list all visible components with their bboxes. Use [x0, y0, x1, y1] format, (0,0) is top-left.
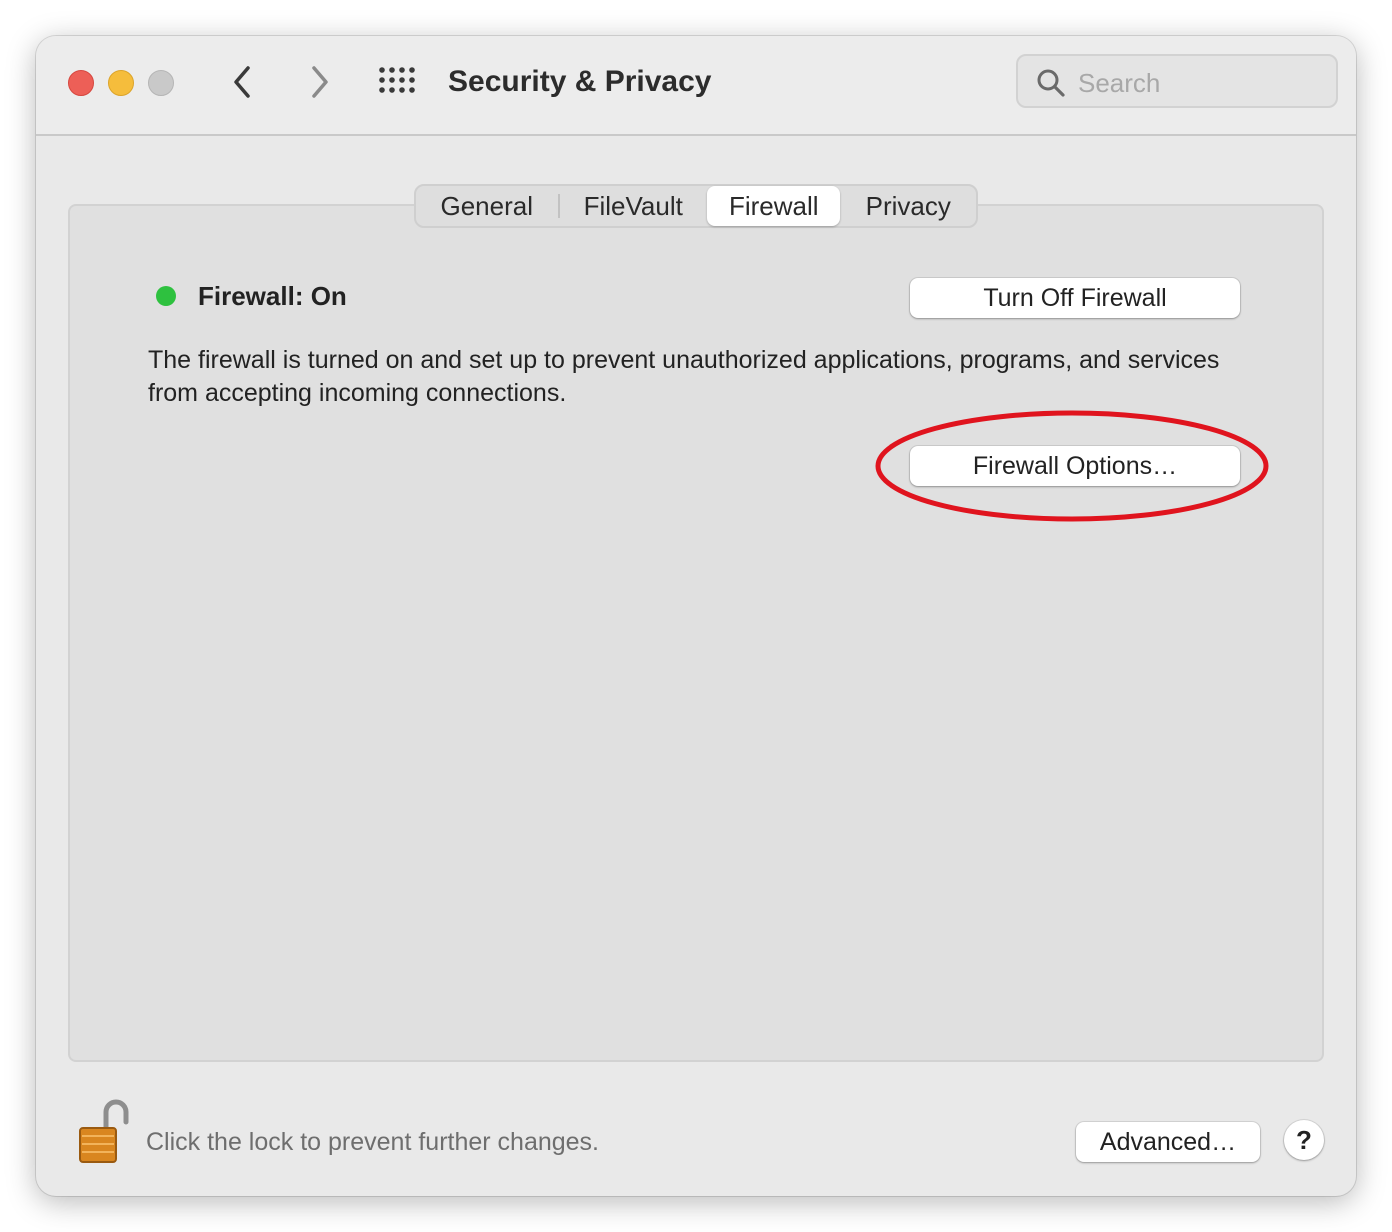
titlebar: Security & Privacy — [36, 36, 1356, 136]
zoom-button[interactable] — [148, 70, 174, 96]
tab-privacy[interactable]: Privacy — [840, 186, 976, 226]
tab-firewall[interactable]: Firewall — [706, 186, 841, 226]
tab-filevault[interactable]: FileVault — [560, 186, 707, 226]
firewall-status-indicator — [156, 286, 176, 306]
firewall-options-button[interactable]: Firewall Options… — [910, 446, 1240, 486]
firewall-description: The firewall is turned on and set up to … — [148, 346, 1220, 407]
forward-chevron-icon[interactable] — [298, 62, 338, 102]
firewall-status-label: Firewall: On — [198, 281, 347, 311]
firewall-panel — [68, 204, 1324, 1062]
lock-hint-text: Click the lock to prevent further change… — [146, 1128, 600, 1156]
close-button[interactable] — [68, 70, 94, 96]
advanced-button[interactable]: Advanced… — [1076, 1122, 1260, 1162]
tab-general[interactable]: General — [416, 186, 558, 226]
preferences-window: Security & Privacy General FileVault Fir… — [36, 36, 1356, 1196]
search-field[interactable] — [1016, 54, 1338, 108]
turn-off-firewall-button[interactable]: Turn Off Firewall — [910, 278, 1240, 318]
search-input[interactable] — [1076, 64, 1330, 102]
search-icon — [1037, 69, 1065, 97]
help-button[interactable]: ? — [1284, 1120, 1324, 1160]
window-title: Security & Privacy — [448, 65, 712, 98]
back-chevron-icon[interactable] — [224, 62, 264, 102]
unlocked-padlock-icon[interactable] — [76, 1098, 132, 1173]
minimize-button[interactable] — [108, 70, 134, 96]
grid-icon[interactable] — [378, 64, 418, 104]
tab-bar: General FileVault Firewall Privacy — [414, 184, 978, 228]
